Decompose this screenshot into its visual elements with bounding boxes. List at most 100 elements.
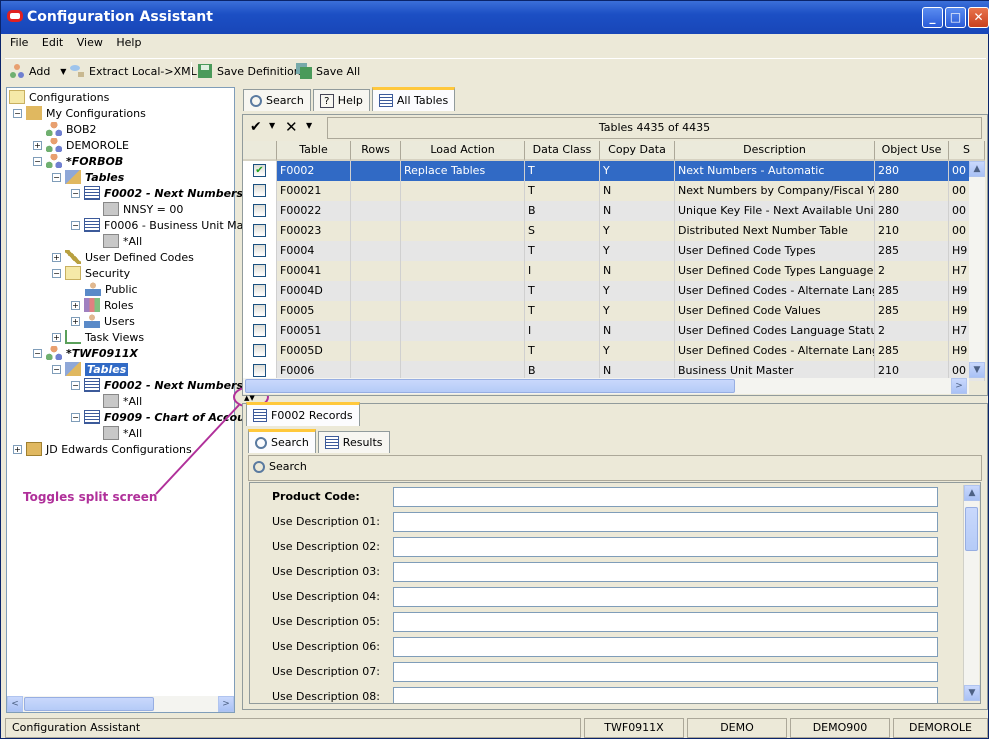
expand-icon[interactable]: + bbox=[52, 332, 61, 342]
tree-my-configurations[interactable]: − My Configurations bbox=[13, 105, 146, 121]
use-description-input[interactable] bbox=[393, 537, 938, 557]
use-description-input[interactable] bbox=[393, 512, 938, 532]
subtab-results[interactable]: Results bbox=[317, 431, 390, 453]
split-toggle[interactable]: ▲▼ bbox=[244, 394, 255, 402]
menu-view[interactable]: View bbox=[72, 34, 108, 51]
search-button[interactable]: Search bbox=[253, 460, 307, 473]
use-description-input[interactable] bbox=[393, 612, 938, 632]
use-description-input[interactable] bbox=[393, 587, 938, 607]
tree-horizontal-scrollbar[interactable]: < > bbox=[7, 696, 234, 712]
collapse-icon[interactable]: − bbox=[71, 412, 80, 422]
collapse-icon[interactable]: − bbox=[13, 108, 22, 118]
row-checkbox[interactable]: ✔ bbox=[253, 164, 266, 177]
use-description-input[interactable] bbox=[393, 662, 938, 682]
column-header[interactable]: Load Action bbox=[401, 141, 525, 161]
table-row[interactable]: F0004 T Y User Defined Code Types 285 H9 bbox=[243, 241, 985, 261]
tree-twf-f0909-filter[interactable]: *All bbox=[103, 425, 142, 441]
collapse-icon[interactable]: − bbox=[52, 364, 61, 374]
expand-icon[interactable]: + bbox=[52, 252, 61, 262]
tree-bob2[interactable]: BOB2 bbox=[46, 121, 97, 137]
tree-twf-tables[interactable]: − Tables bbox=[52, 361, 129, 377]
column-header[interactable]: Table bbox=[277, 141, 351, 161]
column-header[interactable] bbox=[243, 141, 277, 161]
tab-f0002-records[interactable]: F0002 Records bbox=[246, 402, 360, 426]
table-row[interactable]: F0004D T Y User Defined Codes - Alternate L… bbox=[243, 281, 985, 301]
tree-udc[interactable]: + User Defined Codes bbox=[52, 249, 194, 265]
collapse-icon[interactable]: − bbox=[52, 172, 61, 182]
table-row[interactable]: F0005 T Y User Defined Code Values 285 H9 bbox=[243, 301, 985, 321]
tab-search[interactable]: Search bbox=[243, 89, 311, 111]
tree-forbob-f0006-filter[interactable]: *All bbox=[103, 233, 142, 249]
tree-public[interactable]: Public bbox=[85, 281, 138, 297]
row-checkbox[interactable] bbox=[253, 284, 266, 297]
tree-demorole[interactable]: + DEMOROLE bbox=[33, 137, 129, 153]
add-button[interactable]: Add ▼ bbox=[9, 63, 66, 79]
table-row[interactable]: F00023 S Y Distributed Next Number Table 210… bbox=[243, 221, 985, 241]
scroll-thumb[interactable] bbox=[245, 379, 735, 393]
tree-twf0911x[interactable]: − *TWF0911X bbox=[33, 345, 138, 361]
scroll-right-icon[interactable]: > bbox=[218, 696, 234, 712]
scroll-right-icon[interactable]: > bbox=[951, 378, 967, 394]
scroll-thumb[interactable] bbox=[965, 507, 978, 551]
column-header[interactable]: Description bbox=[675, 141, 875, 161]
collapse-icon[interactable]: − bbox=[71, 380, 80, 390]
tree-users[interactable]: + Users bbox=[71, 313, 135, 329]
use-description-input[interactable] bbox=[393, 562, 938, 582]
tree-root-configurations[interactable]: Configurations bbox=[9, 89, 109, 105]
table-row[interactable]: F00021 T N Next Numbers by Company/Fiscal Y… bbox=[243, 181, 985, 201]
tree-forbob-tables[interactable]: − Tables bbox=[52, 169, 124, 185]
minimize-button[interactable]: _ bbox=[922, 7, 943, 28]
scroll-up-icon[interactable]: ▲ bbox=[969, 161, 985, 177]
tree-twf-f0002-filter[interactable]: *All bbox=[103, 393, 142, 409]
save-definition-button[interactable]: Save Definition bbox=[197, 63, 301, 79]
table-row[interactable]: F0005D T Y User Defined Codes - Alternate L… bbox=[243, 341, 985, 361]
save-all-button[interactable]: Save All bbox=[296, 63, 360, 79]
row-checkbox[interactable] bbox=[253, 304, 266, 317]
check-dropdown-icon[interactable]: ▼ bbox=[269, 121, 275, 130]
scroll-up-icon[interactable]: ▲ bbox=[964, 485, 980, 501]
extract-button[interactable]: Extract Local->XML bbox=[69, 63, 197, 79]
expand-icon[interactable]: + bbox=[13, 444, 22, 454]
form-vertical-scrollbar[interactable]: ▲ ▼ bbox=[963, 485, 980, 701]
menu-edit[interactable]: Edit bbox=[37, 34, 68, 51]
tree-forbob-f0006[interactable]: − F0006 - Business Unit Maste bbox=[71, 217, 260, 233]
table-row[interactable]: F00022 B N Unique Key File - Next Available… bbox=[243, 201, 985, 221]
row-checkbox[interactable] bbox=[253, 244, 266, 257]
column-header[interactable]: Data Class bbox=[525, 141, 600, 161]
collapse-icon[interactable]: − bbox=[33, 348, 42, 358]
check-all-icon[interactable]: ✔ bbox=[250, 119, 262, 135]
use-description-input[interactable] bbox=[393, 637, 938, 657]
table-row[interactable]: F00051 I N User Defined Codes Language Stat… bbox=[243, 321, 985, 341]
row-checkbox[interactable] bbox=[253, 264, 266, 277]
column-header[interactable]: Rows bbox=[351, 141, 401, 161]
collapse-icon[interactable]: − bbox=[52, 268, 61, 278]
grid-horizontal-scrollbar[interactable]: > bbox=[243, 378, 969, 394]
scroll-down-icon[interactable]: ▼ bbox=[964, 685, 980, 701]
collapse-icon[interactable]: − bbox=[71, 220, 80, 230]
tree-security[interactable]: − Security bbox=[52, 265, 130, 281]
column-header[interactable]: S bbox=[949, 141, 985, 161]
column-header[interactable]: Copy Data bbox=[600, 141, 675, 161]
row-checkbox[interactable] bbox=[253, 344, 266, 357]
scroll-down-icon[interactable]: ▼ bbox=[969, 362, 985, 378]
collapse-icon[interactable]: − bbox=[71, 188, 80, 198]
expand-icon[interactable]: + bbox=[33, 140, 42, 150]
table-row[interactable]: ✔ F0002 Replace Tables T Y Next Numbers - Aut… bbox=[243, 161, 985, 181]
tree-forbob-f0002[interactable]: − F0002 - Next Numbers - bbox=[71, 185, 251, 201]
add-dropdown-arrow-icon[interactable]: ▼ bbox=[60, 67, 66, 76]
menu-help[interactable]: Help bbox=[111, 34, 146, 51]
row-checkbox[interactable] bbox=[253, 184, 266, 197]
close-button[interactable]: ✕ bbox=[968, 7, 989, 28]
tab-help[interactable]: ? Help bbox=[312, 89, 370, 111]
subtab-search[interactable]: Search bbox=[248, 429, 316, 453]
row-checkbox[interactable] bbox=[253, 324, 266, 337]
uncheck-all-icon[interactable]: ✕ bbox=[285, 118, 298, 136]
tree-forbob-f0002-filter[interactable]: NNSY = 00 bbox=[103, 201, 183, 217]
table-row[interactable]: F00041 I N User Defined Code Types Language… bbox=[243, 261, 985, 281]
uncheck-dropdown-icon[interactable]: ▼ bbox=[306, 121, 312, 130]
maximize-button[interactable]: □ bbox=[945, 7, 966, 28]
tab-all-tables[interactable]: All Tables bbox=[371, 87, 456, 111]
menu-file[interactable]: File bbox=[5, 34, 33, 51]
row-checkbox[interactable] bbox=[253, 364, 266, 377]
collapse-icon[interactable]: − bbox=[33, 156, 42, 166]
